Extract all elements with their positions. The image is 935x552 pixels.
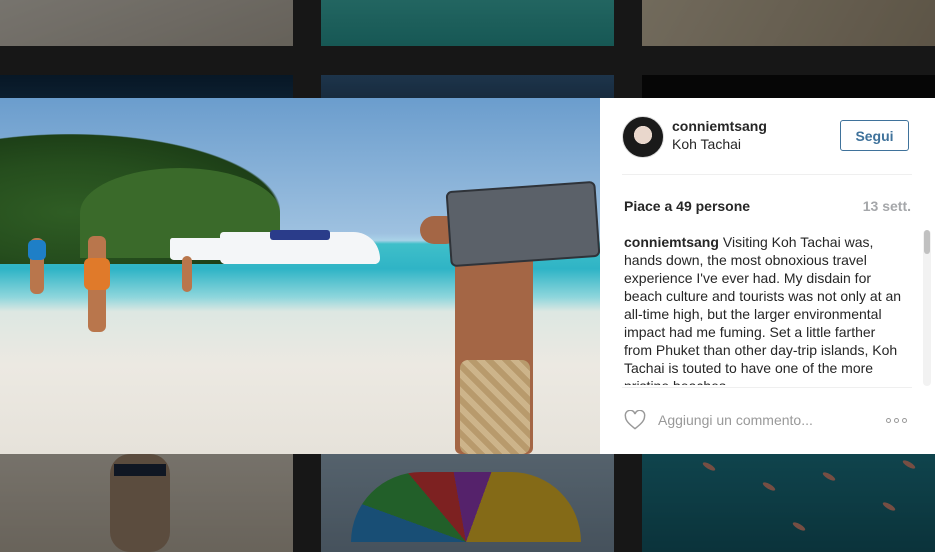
comments-scrollbar[interactable]	[923, 230, 931, 386]
likes-count[interactable]: Piace a 49 persone	[624, 198, 750, 214]
post-sidebar: conniemtsang Koh Tachai Segui Piace a 49…	[600, 98, 935, 454]
avatar[interactable]	[622, 116, 664, 158]
scrollbar-thumb[interactable]	[924, 230, 930, 254]
caption-text: Visiting Koh Tachai was, hands down, the…	[624, 234, 902, 385]
photo-box	[445, 180, 600, 268]
photo-shirt	[28, 240, 46, 260]
photo-shorts	[460, 360, 530, 454]
post-date[interactable]: 13 sett.	[863, 198, 911, 214]
heart-icon[interactable]	[624, 410, 646, 430]
location-link[interactable]: Koh Tachai	[672, 136, 741, 152]
follow-button[interactable]: Segui	[840, 120, 909, 151]
dot	[902, 417, 907, 423]
post-photo[interactable]	[0, 98, 600, 454]
dot	[894, 417, 899, 423]
dot	[886, 417, 891, 423]
username-link[interactable]: conniemtsang	[672, 118, 767, 134]
divider	[622, 174, 912, 175]
divider	[622, 387, 912, 388]
more-options-icon[interactable]	[886, 414, 914, 426]
post-modal: conniemtsang Koh Tachai Segui Piace a 49…	[0, 98, 935, 454]
photo-life-vest	[84, 258, 110, 290]
post-header: conniemtsang Koh Tachai Segui	[600, 98, 935, 174]
photo-boat-canopy	[270, 230, 330, 240]
photo-person	[182, 256, 192, 292]
caption-username[interactable]: conniemtsang	[624, 234, 719, 250]
comment-input[interactable]	[658, 409, 858, 431]
caption: conniemtsang Visiting Koh Tachai was, han…	[624, 233, 902, 385]
